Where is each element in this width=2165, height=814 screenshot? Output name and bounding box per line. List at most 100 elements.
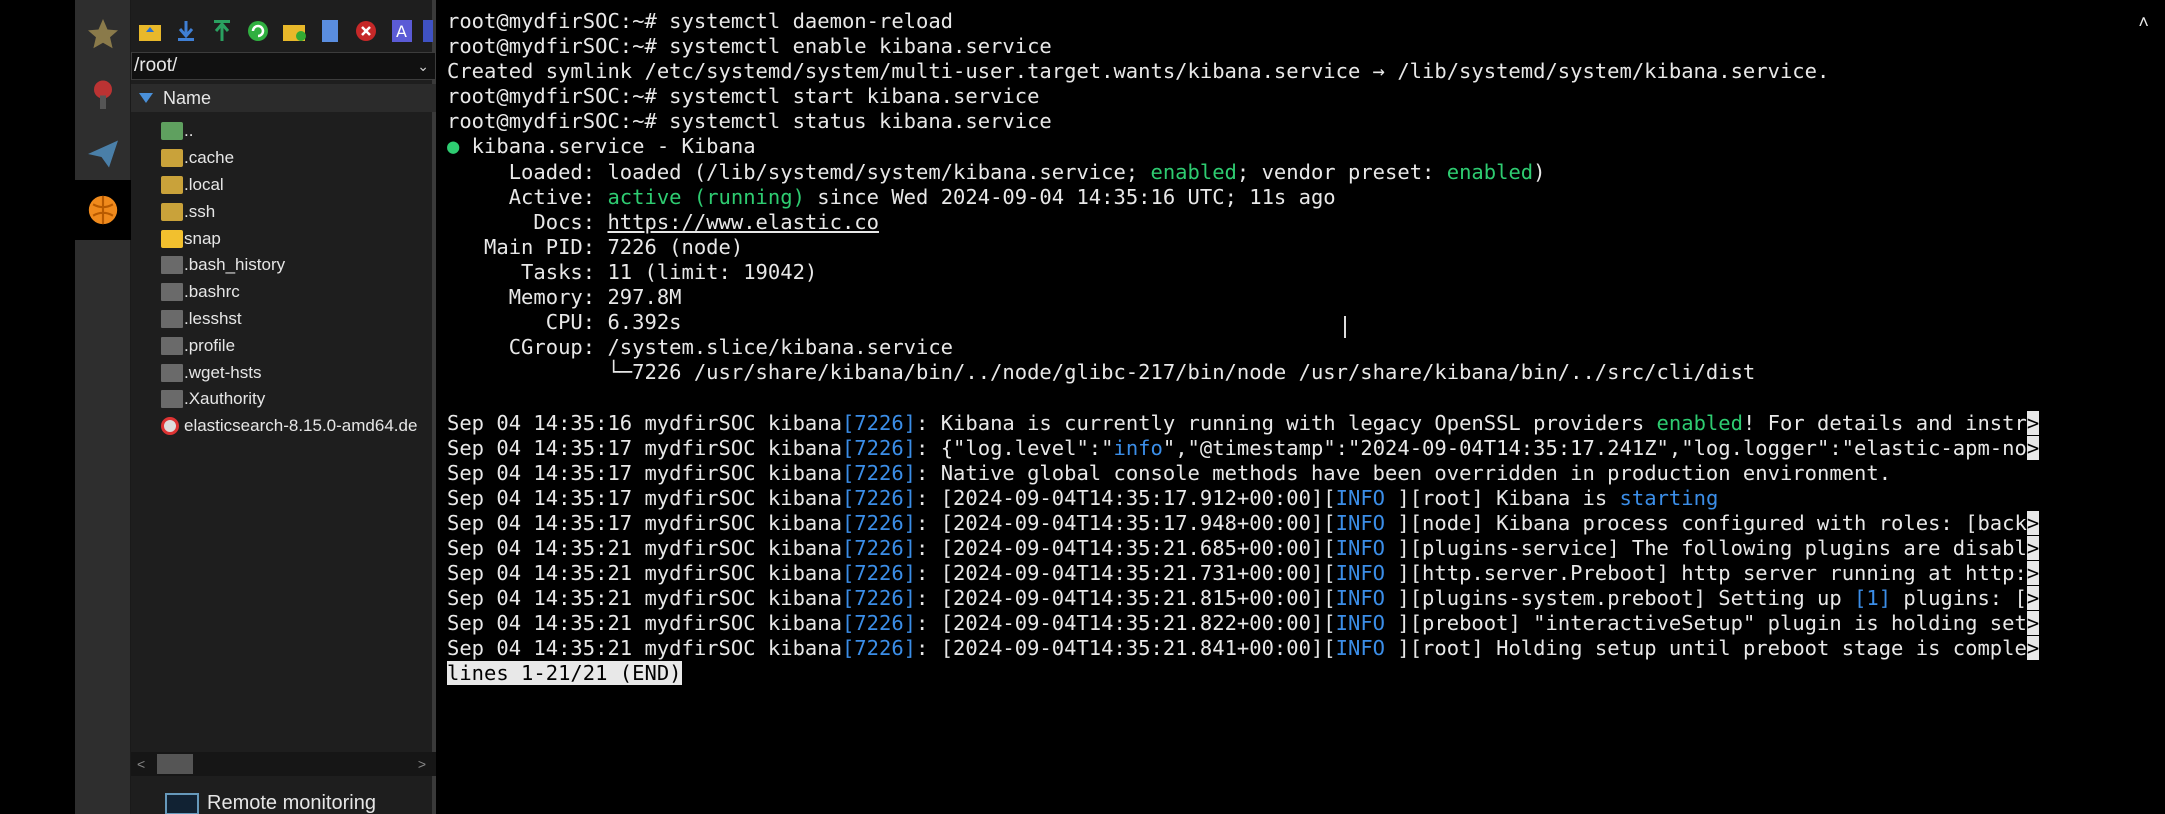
terminal-text: : Native global console methods have bee… (916, 460, 1892, 485)
terminal-text: Main PID: 7226 (node) (447, 234, 744, 259)
terminal-line: Created symlink /etc/systemd/system/mult… (447, 59, 2039, 84)
terminal-line: Sep 04 14:35:17 mydfirSOC kibana[7226]: … (447, 510, 2040, 536)
terminal-text: ; vendor preset: (1236, 159, 1447, 184)
terminal-line: Sep 04 14:35:21 mydfirSOC kibana[7226]: … (447, 611, 2040, 636)
terminal-line: root@mydfirSOC:~# systemctl status kiban… (447, 109, 2039, 134)
delete-icon[interactable] (351, 16, 381, 46)
terminal-line: Active: active (running) since Wed 2024-… (447, 185, 2039, 210)
terminal-text: : [2024-09-04T14:35:21.731+00:00][ (916, 561, 1336, 586)
favorites-star-icon[interactable] (75, 4, 131, 64)
terminal-text: INFO (1335, 636, 1398, 661)
terminal-text: INFO (1335, 485, 1398, 510)
scrollbar-thumb[interactable] (157, 754, 193, 774)
terminal-text: [7226] (841, 636, 917, 661)
file-list-item[interactable]: .Xauthority (161, 386, 436, 413)
file-list-item[interactable]: .. (161, 118, 436, 145)
file-list-item[interactable]: .local (161, 172, 436, 199)
terminal-text: > (2026, 636, 2040, 661)
download-icon[interactable] (171, 16, 201, 46)
terminal-text: root@mydfirSOC:~# systemctl start kibana… (447, 84, 1040, 109)
terminal[interactable]: root@mydfirSOC:~# systemctl daemon-reloa… (440, 0, 2165, 814)
send-icon[interactable] (75, 124, 131, 184)
upload-icon[interactable] (207, 16, 237, 46)
folder-icon (161, 175, 183, 194)
terminal-text: Sep 04 14:35:16 mydfirSOC kibana (447, 410, 842, 435)
terminal-text: lines 1-21/21 (END) (447, 661, 682, 686)
new-folder-icon[interactable] (279, 16, 309, 46)
terminal-text: since Wed 2024-09-04 14:35:16 UTC; 11s a… (804, 184, 1336, 209)
terminal-text: : [2024-09-04T14:35:21.822+00:00][ (916, 611, 1336, 636)
scroll-up-icon[interactable]: ˄ (2138, 12, 2149, 34)
terminal-line: root@mydfirSOC:~# systemctl daemon-reloa… (447, 9, 2039, 34)
terminal-line: Main PID: 7226 (node) (447, 235, 2039, 260)
file-icon (161, 336, 183, 355)
file-name: snap (184, 228, 221, 248)
folder-up-icon[interactable] (135, 16, 165, 46)
tools-icon[interactable] (75, 64, 131, 124)
refresh-icon[interactable] (243, 16, 273, 46)
terminal-text: ● (447, 134, 460, 159)
terminal-text: └─7226 /usr/share/kibana/bin/../node/gli… (447, 360, 1756, 385)
chevron-down-icon[interactable]: ⌄ (417, 53, 429, 79)
terminal-text: [7226] (841, 535, 917, 560)
terminal-text: Sep 04 14:35:21 mydfirSOC kibana (447, 535, 842, 560)
file-name: .local (184, 174, 224, 194)
terminal-text: [7226] (841, 561, 917, 586)
terminal-text: ][http.server.Preboot] http server runni… (1397, 561, 2027, 586)
terminal-text: [7226] (841, 611, 917, 636)
file-list-item[interactable]: .bashrc (161, 279, 436, 306)
terminal-text: : [2024-09-04T14:35:21.685+00:00][ (916, 535, 1336, 560)
terminal-text: [7226] (841, 460, 917, 485)
rename-icon[interactable]: A (387, 16, 417, 46)
terminal-line: Tasks: 11 (limit: 19042) (447, 260, 2039, 285)
side-toolbar (75, 0, 131, 814)
file-list-item[interactable]: .wget-hsts (161, 359, 436, 386)
name-column-label: Name (163, 88, 212, 108)
terminal-line: Sep 04 14:35:17 mydfirSOC kibana[7226]: … (447, 461, 2039, 486)
file-name: .cache (184, 148, 235, 168)
file-list-item[interactable]: elasticsearch-8.15.0-amd64.de (161, 413, 436, 440)
horizontal-scrollbar[interactable]: < > (131, 752, 436, 776)
terminal-text: ! For details and instr (1742, 410, 2027, 435)
file-list-item[interactable]: .bash_history (161, 252, 436, 279)
terminal-line: root@mydfirSOC:~# systemctl start kibana… (447, 84, 2039, 109)
file-name: .bashrc (184, 282, 240, 302)
terminal-text: [7226] (841, 586, 917, 611)
terminal-text: active (running) (607, 184, 805, 209)
terminal-line: Docs: https://www.elastic.co (447, 210, 2039, 235)
file-list-item[interactable]: .cache (161, 145, 436, 172)
more-tools-icon[interactable] (423, 16, 433, 46)
terminal-line: root@mydfirSOC:~# systemctl enable kiban… (447, 34, 2039, 59)
terminal-text: Created symlink /etc/systemd/system/mult… (447, 59, 1830, 84)
file-list-item[interactable]: .lesshst (161, 306, 436, 333)
file-list-item[interactable]: .ssh (161, 198, 436, 225)
terminal-text: [7226] (841, 485, 917, 510)
remote-monitoring-button[interactable]: Remote monitoring (165, 792, 376, 814)
left-margin (0, 0, 75, 814)
terminal-text: > (2026, 410, 2040, 435)
session-globe-icon[interactable] (75, 180, 131, 240)
terminal-text: : [2024-09-04T14:35:21.841+00:00][ (916, 636, 1336, 661)
terminal-line: Loaded: loaded (/lib/systemd/system/kiba… (447, 160, 2039, 185)
file-list-item[interactable]: snap (161, 225, 436, 252)
terminal-line: └─7226 /usr/share/kibana/bin/../node/gli… (447, 360, 2039, 385)
terminal-text: Memory: 297.8M (447, 285, 682, 310)
name-column-header[interactable]: Name (131, 84, 436, 112)
terminal-line: Memory: 297.8M (447, 285, 2039, 310)
scroll-left-icon[interactable]: < (137, 756, 145, 772)
new-file-icon[interactable] (315, 16, 345, 46)
terminal-text: INFO (1335, 586, 1398, 611)
terminal-text: Sep 04 14:35:21 mydfirSOC kibana (447, 611, 842, 636)
path-field[interactable]: /root/ ⌄ (131, 52, 436, 80)
terminal-text: Sep 04 14:35:21 mydfirSOC kibana (447, 636, 842, 661)
package-icon (161, 417, 179, 436)
terminal-text: https://www.elastic.co (607, 209, 879, 234)
scroll-right-icon[interactable]: > (418, 756, 426, 772)
terminal-text: root@mydfirSOC:~# systemctl daemon-reloa… (447, 9, 954, 33)
file-list-item[interactable]: .profile (161, 332, 436, 359)
terminal-text: starting (1619, 485, 1719, 510)
file-name: .profile (184, 335, 236, 355)
terminal-text: : [2024-09-04T14:35:17.912+00:00][ (916, 485, 1336, 510)
file-list: .. .cache .local .ssh snap .bash_history .bash… (161, 118, 436, 440)
